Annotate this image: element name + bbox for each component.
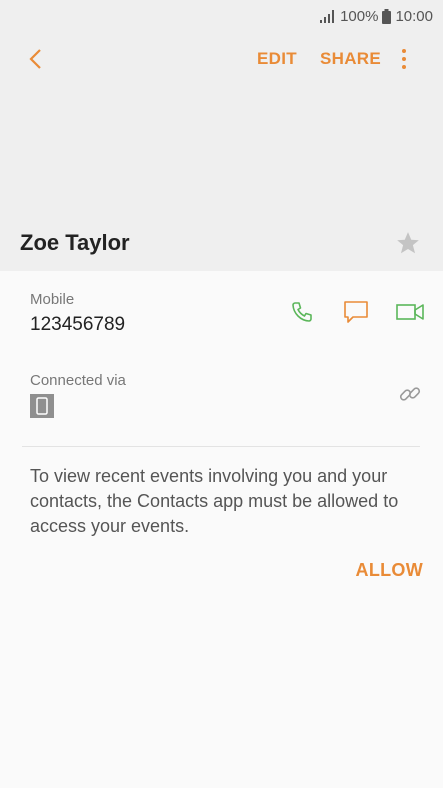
star-icon xyxy=(397,232,419,254)
section-divider xyxy=(22,446,420,447)
signal-icon xyxy=(320,9,336,23)
video-call-button[interactable] xyxy=(395,299,425,325)
battery-icon xyxy=(382,8,392,24)
video-camera-icon xyxy=(396,304,424,320)
call-button[interactable] xyxy=(288,299,316,325)
more-dot-icon xyxy=(402,65,406,69)
status-bar: 100% 10:00 xyxy=(320,0,433,32)
clock: 10:00 xyxy=(395,7,433,25)
phone-icon xyxy=(292,302,312,322)
message-button[interactable] xyxy=(342,299,370,325)
edit-button[interactable]: EDIT xyxy=(257,49,297,69)
more-dot-icon xyxy=(402,57,406,61)
battery-percent: 100% xyxy=(340,7,379,25)
events-permission-message: To view recent events involving you and … xyxy=(30,466,399,536)
message-icon xyxy=(344,301,368,323)
phone-number[interactable]: 123456789 xyxy=(30,314,125,336)
share-button[interactable]: SHARE xyxy=(320,49,381,69)
link-icon xyxy=(399,387,421,401)
contact-name: Zoe Taylor xyxy=(20,230,130,255)
allow-button[interactable]: ALLOW xyxy=(356,560,423,581)
chevron-left-icon xyxy=(29,49,41,69)
more-dot-icon xyxy=(402,49,406,53)
more-options-button[interactable] xyxy=(396,46,412,72)
connected-via-label: Connected via xyxy=(30,372,126,389)
phone-type-label: Mobile xyxy=(30,291,75,308)
favorite-star-button[interactable] xyxy=(395,230,421,256)
device-account-icon xyxy=(30,394,54,418)
link-button[interactable] xyxy=(397,381,423,407)
back-button[interactable] xyxy=(22,46,48,72)
